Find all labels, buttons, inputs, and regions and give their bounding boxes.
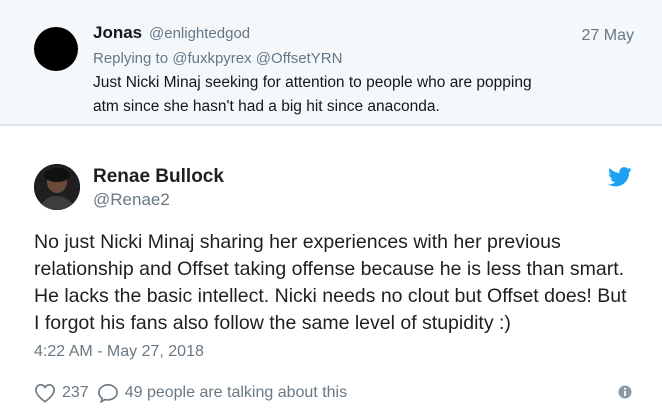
- avatar-photo: [34, 164, 80, 210]
- reply-avatar[interactable]: [34, 27, 78, 71]
- info-icon[interactable]: [618, 385, 632, 399]
- reply-author-handle[interactable]: @enlightedgod: [149, 25, 250, 42]
- speech-bubble-icon[interactable]: [97, 383, 119, 403]
- author-name[interactable]: Renae Bullock: [93, 166, 224, 188]
- author-avatar[interactable]: [34, 164, 80, 210]
- tweet-text: No just Nicki Minaj sharing her experien…: [34, 231, 627, 334]
- replying-to-line: Replying to @fuxkpyrex @OffsetYRN: [93, 50, 343, 67]
- reply-author-name[interactable]: Jonas: [93, 23, 142, 43]
- embedded-tweet: Renae Bullock @Renae2 No just Nicki Mina…: [0, 125, 662, 418]
- reply-text: Just Nicki Minaj seeking for attention t…: [93, 74, 532, 115]
- quoted-reply-card[interactable]: Jonas @enlightedgod 27 May Replying to @…: [0, 0, 662, 125]
- tweet-actions: 237 49 people are talking about this: [34, 381, 347, 405]
- talking-about-link[interactable]: 49 people are talking about this: [125, 384, 347, 402]
- tweet-timestamp[interactable]: 4:22 AM - May 27, 2018: [34, 343, 204, 361]
- reply-date[interactable]: 27 May: [582, 27, 634, 45]
- like-count[interactable]: 237: [62, 384, 89, 402]
- twitter-bird-icon[interactable]: [608, 167, 632, 187]
- heart-icon[interactable]: [34, 383, 56, 403]
- author-handle[interactable]: @Renae2: [93, 190, 170, 210]
